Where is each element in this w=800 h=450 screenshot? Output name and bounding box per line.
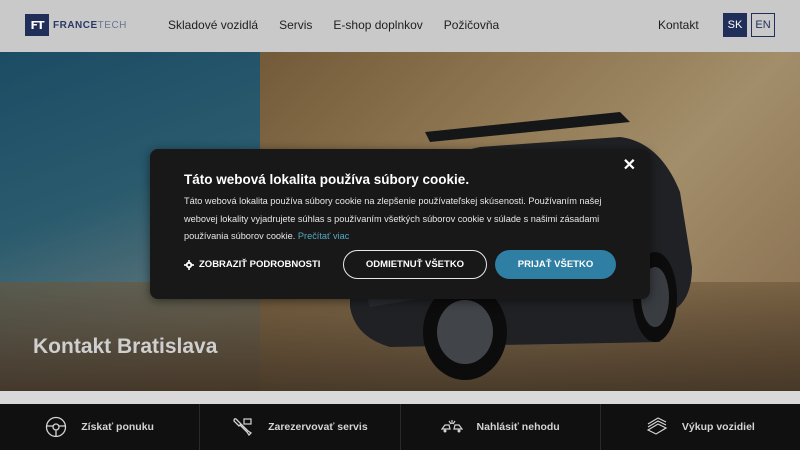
cookie-text: Táto webová lokalita používa súbory cook… [184,196,602,241]
logo[interactable]: FT FRANCETECH [25,14,127,36]
show-details-button[interactable]: ZOBRAZIŤ PODROBNOSTI [184,259,320,270]
quick-action-accident-label: Nahlásiť nehodu [476,421,560,433]
nav-contact[interactable]: Kontakt [658,18,699,32]
nav-stock-vehicles[interactable]: Skladové vozidlá [168,18,258,32]
quick-action-quote[interactable]: Získať ponuku [0,404,201,450]
logo-mark: FT [25,14,49,36]
steering-wheel-icon [46,416,67,438]
nav-service[interactable]: Servis [279,18,312,32]
quick-action-buyout-label: Výkup vozidiel [681,421,755,433]
quick-action-quote-label: Získať ponuku [81,421,154,433]
wrench-icon [233,418,253,437]
nav-eshop[interactable]: E-shop doplnkov [333,18,422,32]
quick-action-accident[interactable]: Nahlásiť nehodu [401,404,601,450]
quick-action-service-label: Zarezervovať servis [268,421,368,433]
gear-icon [184,259,194,270]
main-nav: Skladové vozidlá Servis E-shop doplnkov … [168,18,520,32]
close-icon[interactable]: ✕ [623,155,636,175]
logo-main: FRANCE [53,19,98,31]
lang-en-button[interactable]: EN [751,13,775,37]
cookie-title: Táto webová lokalita používa súbory cook… [184,172,470,187]
cookie-description: Táto webová lokalita používa súbory cook… [184,193,624,246]
site-header: FT FRANCETECH Skladové vozidlá Servis E-… [0,0,800,52]
show-details-label: ZOBRAZIŤ PODROBNOSTI [199,259,321,270]
lang-sk-button[interactable]: SK [723,13,747,37]
quick-actions-bar: Získať ponuku Zarezervovať servis Nahlás… [0,404,800,450]
quick-action-buyout[interactable]: Výkup vozidiel [601,404,800,450]
read-more-link[interactable]: Prečítať viac [298,231,349,241]
logo-text: FRANCETECH [53,20,127,31]
quick-action-service[interactable]: Zarezervovať servis [200,404,401,450]
cookie-consent-dialog: ✕ Táto webová lokalita používa súbory co… [150,149,650,299]
logo-sub: TECH [97,19,127,31]
money-icon [646,417,668,435]
crash-icon [440,420,463,433]
accept-all-button[interactable]: PRIJAŤ VŠETKO [495,250,616,279]
nav-rental[interactable]: Požičovňa [444,18,499,32]
page-title: Kontakt Bratislava [33,335,218,358]
reject-all-button[interactable]: ODMIETNUŤ VŠETKO [343,250,487,279]
separator-band [0,391,800,404]
